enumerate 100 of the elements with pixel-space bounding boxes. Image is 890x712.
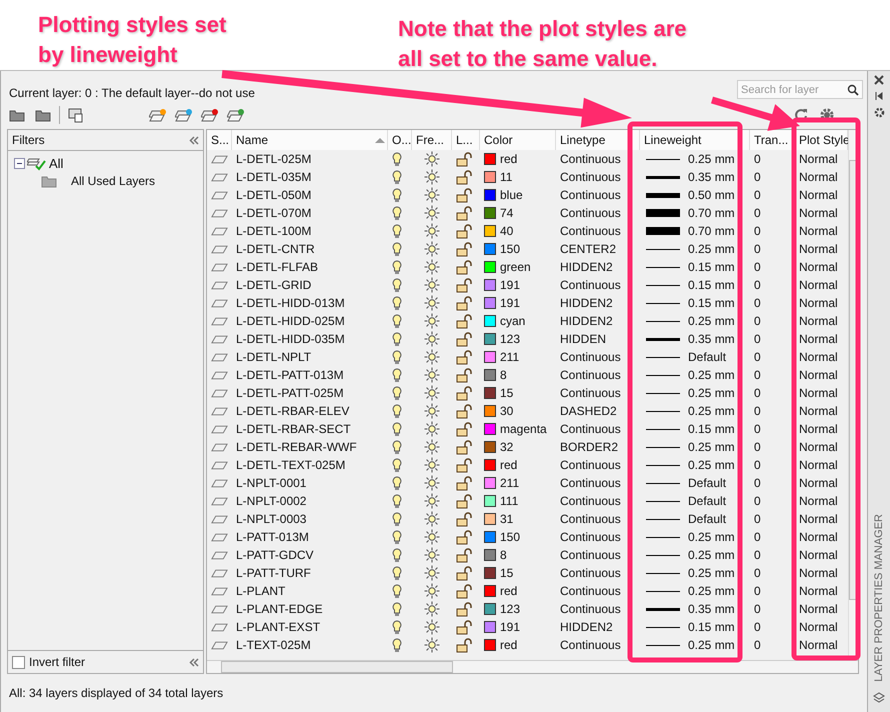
table-cell[interactable]: L-DETL-025M <box>232 150 388 168</box>
table-cell[interactable]: Normal <box>795 348 848 366</box>
table-cell[interactable]: Normal <box>795 384 848 402</box>
column-header[interactable]: Name <box>232 130 388 150</box>
open-padlock-icon[interactable] <box>456 494 472 508</box>
lightbulb-icon[interactable] <box>392 584 402 598</box>
table-cell[interactable]: L-NPLT-0002 <box>232 492 388 510</box>
color-swatch[interactable] <box>484 333 496 345</box>
color-swatch[interactable] <box>484 441 496 453</box>
collapse-icon[interactable] <box>189 658 199 666</box>
open-padlock-icon[interactable] <box>456 386 472 400</box>
column-header[interactable]: Color <box>480 130 556 150</box>
table-cell[interactable]: Continuous <box>556 276 640 294</box>
lightbulb-icon[interactable] <box>392 548 402 562</box>
sun-icon[interactable] <box>424 493 440 509</box>
color-swatch[interactable] <box>484 531 496 543</box>
table-cell[interactable]: Normal <box>795 168 848 186</box>
lightbulb-icon[interactable] <box>392 260 402 274</box>
table-cell[interactable]: L-DETL-050M <box>232 186 388 204</box>
table-cell[interactable]: Continuous <box>556 420 640 438</box>
sun-icon[interactable] <box>424 457 440 473</box>
lightbulb-icon[interactable] <box>392 476 402 490</box>
color-swatch[interactable] <box>484 189 496 201</box>
table-cell[interactable]: HIDDEN <box>556 330 640 348</box>
table-cell[interactable]: Normal <box>795 438 848 456</box>
horizontal-scrollbar[interactable] <box>207 660 858 673</box>
color-swatch[interactable] <box>484 495 496 507</box>
table-cell[interactable]: Normal <box>795 636 848 654</box>
open-padlock-icon[interactable] <box>456 296 472 310</box>
color-swatch[interactable] <box>484 351 496 363</box>
lightbulb-icon[interactable] <box>392 296 402 310</box>
open-padlock-icon[interactable] <box>456 224 472 238</box>
sun-icon[interactable] <box>424 511 440 527</box>
table-cell[interactable]: L-DETL-PATT-025M <box>232 384 388 402</box>
sun-icon[interactable] <box>424 151 440 167</box>
sun-icon[interactable] <box>424 565 440 581</box>
color-swatch[interactable] <box>484 549 496 561</box>
lightbulb-icon[interactable] <box>392 332 402 346</box>
table-cell[interactable]: L-DETL-REBAR-WWF <box>232 438 388 456</box>
sun-icon[interactable] <box>424 295 440 311</box>
color-swatch[interactable] <box>484 369 496 381</box>
column-header[interactable]: Lineweight <box>640 130 750 150</box>
table-cell[interactable]: Continuous <box>556 150 640 168</box>
color-swatch[interactable] <box>484 261 496 273</box>
table-cell[interactable]: L-DETL-070M <box>232 204 388 222</box>
sun-icon[interactable] <box>424 367 440 383</box>
table-cell[interactable]: BORDER2 <box>556 438 640 456</box>
lightbulb-icon[interactable] <box>392 422 402 436</box>
table-cell[interactable]: L-DETL-CNTR <box>232 240 388 258</box>
lightbulb-icon[interactable] <box>392 458 402 472</box>
lightbulb-icon[interactable] <box>392 278 402 292</box>
color-swatch[interactable] <box>484 585 496 597</box>
table-cell[interactable]: Normal <box>795 312 848 330</box>
open-padlock-icon[interactable] <box>456 260 472 274</box>
table-cell[interactable]: Continuous <box>556 510 640 528</box>
table-cell[interactable]: Normal <box>795 222 848 240</box>
table-cell[interactable]: Normal <box>795 366 848 384</box>
sun-icon[interactable] <box>424 313 440 329</box>
lightbulb-icon[interactable] <box>392 224 402 238</box>
table-cell[interactable]: Normal <box>795 186 848 204</box>
open-padlock-icon[interactable] <box>456 638 472 652</box>
auto-hide-icon[interactable] <box>874 91 884 101</box>
lightbulb-icon[interactable] <box>392 170 402 184</box>
open-padlock-icon[interactable] <box>456 188 472 202</box>
open-padlock-icon[interactable] <box>456 548 472 562</box>
open-padlock-icon[interactable] <box>456 620 472 634</box>
sun-icon[interactable] <box>424 547 440 563</box>
color-swatch[interactable] <box>484 279 496 291</box>
open-padlock-icon[interactable] <box>456 404 472 418</box>
sun-icon[interactable] <box>424 349 440 365</box>
table-cell[interactable]: L-PLANT <box>232 582 388 600</box>
table-cell[interactable]: HIDDEN2 <box>556 258 640 276</box>
table-cell[interactable]: Continuous <box>556 204 640 222</box>
color-swatch[interactable] <box>484 225 496 237</box>
table-cell[interactable]: L-PATT-TURF <box>232 564 388 582</box>
lightbulb-icon[interactable] <box>392 314 402 328</box>
sun-icon[interactable] <box>424 205 440 221</box>
table-cell[interactable]: Continuous <box>556 474 640 492</box>
properties-icon[interactable] <box>874 107 884 118</box>
table-cell[interactable]: Continuous <box>556 456 640 474</box>
table-cell[interactable]: Normal <box>795 618 848 636</box>
open-padlock-icon[interactable] <box>456 530 472 544</box>
table-cell[interactable]: L-DETL-HIDD-035M <box>232 330 388 348</box>
lightbulb-icon[interactable] <box>392 620 402 634</box>
table-cell[interactable]: Normal <box>795 204 848 222</box>
open-padlock-icon[interactable] <box>456 368 472 382</box>
column-header[interactable]: Fre... <box>412 130 452 150</box>
table-cell[interactable]: Normal <box>795 150 848 168</box>
tree-item[interactable]: All <box>49 156 64 171</box>
table-cell[interactable]: L-DETL-HIDD-025M <box>232 312 388 330</box>
sun-icon[interactable] <box>424 403 440 419</box>
sun-icon[interactable] <box>424 439 440 455</box>
table-cell[interactable]: Normal <box>795 294 848 312</box>
sun-icon[interactable] <box>424 223 440 239</box>
table-cell[interactable]: Continuous <box>556 636 640 654</box>
color-swatch[interactable] <box>484 423 496 435</box>
lightbulb-icon[interactable] <box>392 530 402 544</box>
table-cell[interactable]: L-DETL-TEXT-025M <box>232 456 388 474</box>
table-cell[interactable]: L-DETL-PATT-013M <box>232 366 388 384</box>
collapse-icon[interactable] <box>189 136 199 144</box>
